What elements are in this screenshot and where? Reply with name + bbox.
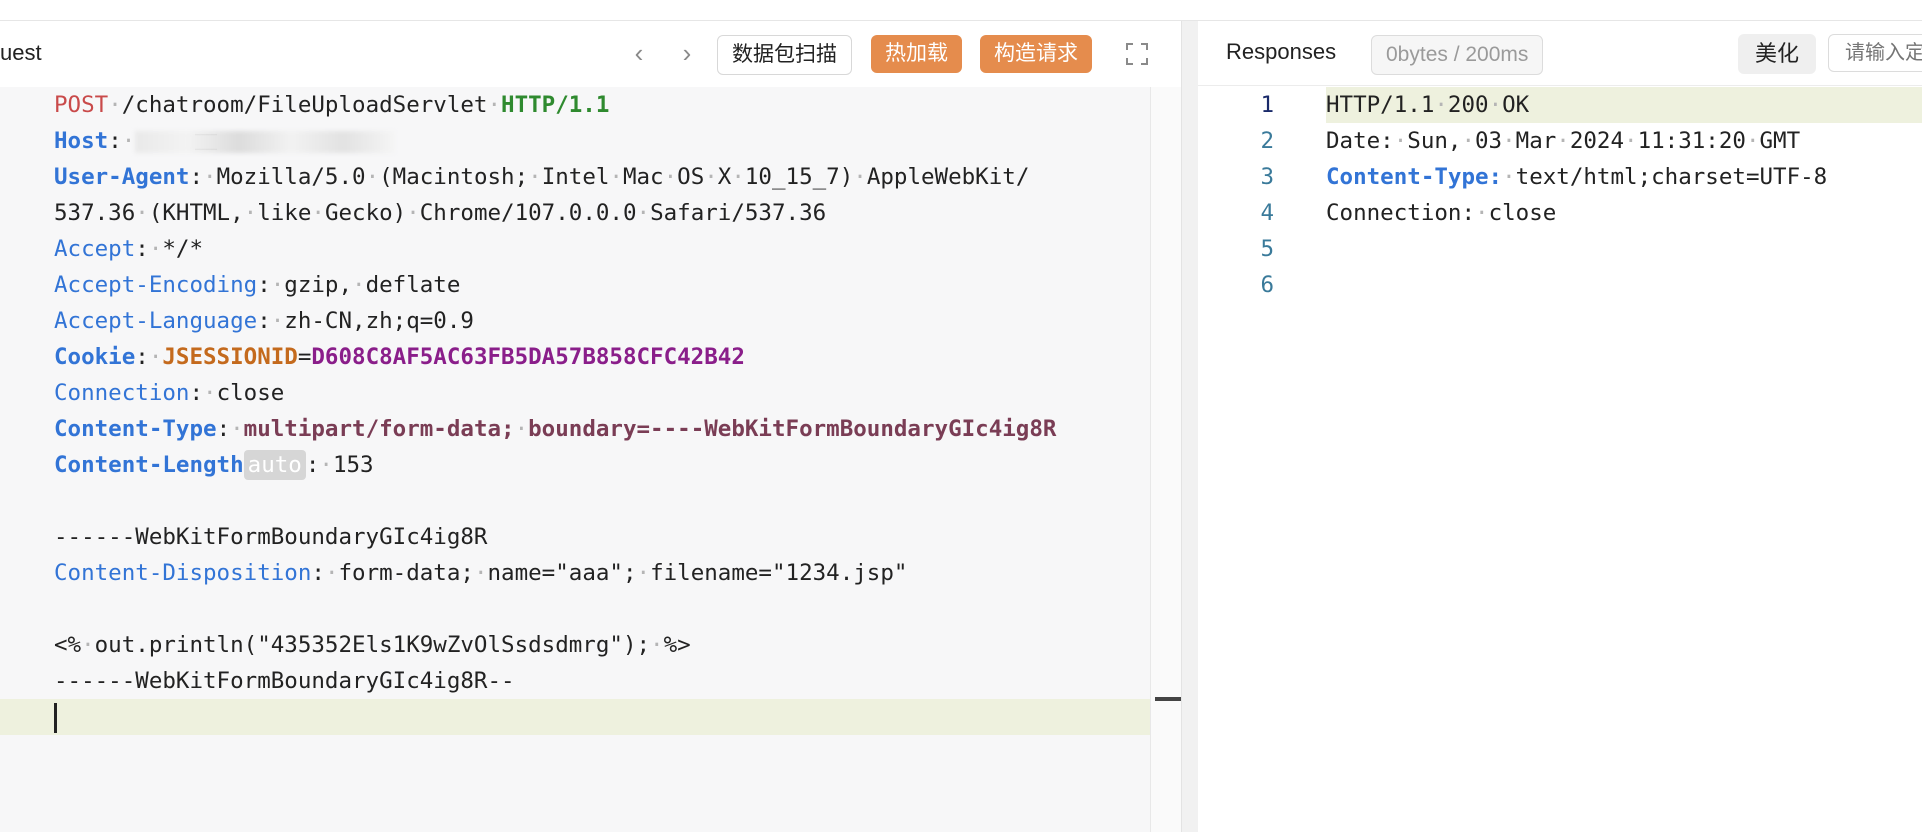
beautify-button[interactable]: 美化 xyxy=(1738,34,1816,74)
line-number: 4 xyxy=(1260,200,1274,226)
line-number: 3 xyxy=(1260,164,1274,190)
build-request-button[interactable]: 构造请求 xyxy=(980,35,1092,73)
window-top-bar xyxy=(0,0,1922,21)
header-cookie: Cookie:·JSESSIONID=D608C8AF5AC63FB5DA57B… xyxy=(54,344,745,370)
header-connection: Connection:·close xyxy=(54,380,285,406)
request-editor[interactable]: POST·/chatroom/FileUploadServlet·HTTP/1.… xyxy=(0,87,1150,832)
scrollbar-thumb[interactable] xyxy=(1155,697,1181,701)
response-status-line: HTTP/1.1·200·OK xyxy=(1326,92,1530,118)
line-number: 2 xyxy=(1260,128,1274,154)
line-number: 1 xyxy=(1260,92,1274,118)
hot-reload-button[interactable]: 热加载 xyxy=(871,35,962,73)
response-title: Responses xyxy=(1226,39,1337,64)
line-number: 5 xyxy=(1260,236,1274,262)
header-user-agent-cont: 537.36·(KHTML,·like·Gecko)·Chrome/107.0.… xyxy=(54,200,827,226)
request-title: uest xyxy=(0,40,42,65)
response-header-date: Date:·Sun,·03·Mar·2024·11:31:20·GMT xyxy=(1326,128,1801,154)
header-accept-language: Accept-Language:·zh-CN,zh;q=0.9 xyxy=(54,308,474,334)
header-accept: Accept:·*/* xyxy=(54,236,204,262)
response-search-input[interactable] xyxy=(1828,34,1922,72)
response-header-connection: Connection:·close xyxy=(1326,200,1557,226)
request-scrollbar[interactable] xyxy=(1150,87,1182,832)
line-number: 6 xyxy=(1260,272,1274,298)
body-payload: <%·out.println("435352Els1K9wZvOlSsdsdmr… xyxy=(54,632,691,658)
header-content-length: Content-Length auto:·153 xyxy=(54,450,374,480)
chevron-left-icon[interactable]: ‹ xyxy=(624,39,654,69)
header-host: Host:· xyxy=(54,123,396,159)
header-accept-encoding: Accept-Encoding:·gzip,·deflate xyxy=(54,272,461,298)
response-editor[interactable]: 1 2 3 4 5 6 HTTP/1.1·200·OK Date:·Sun,·0… xyxy=(1198,87,1922,832)
body-content-disposition: Content-Disposition:·form-data;·name="aa… xyxy=(54,560,908,586)
chevron-right-icon[interactable]: › xyxy=(672,39,702,69)
request-line: POST·/chatroom/FileUploadServlet·HTTP/1.… xyxy=(54,92,610,118)
body-boundary-start: ------WebKitFormBoundaryGIc4ig8R xyxy=(54,524,488,550)
response-panel: Responses 0bytes / 200ms 美化 1 2 3 4 5 6 … xyxy=(1198,21,1922,832)
header-content-type: Content-Type:·multipart/form-data;·bound… xyxy=(54,416,1057,442)
request-header: uest ‹ › 数据包扫描 热加载 构造请求 xyxy=(0,21,1181,88)
body-boundary-end: ------WebKitFormBoundaryGIc4ig8R-- xyxy=(54,668,515,694)
text-caret xyxy=(54,703,57,733)
panel-splitter[interactable] xyxy=(1181,21,1199,832)
request-panel: uest ‹ › 数据包扫描 热加载 构造请求 POST·/chatroom/F… xyxy=(0,21,1182,832)
response-header: Responses 0bytes / 200ms 美化 xyxy=(1198,21,1922,86)
packet-scan-button[interactable]: 数据包扫描 xyxy=(717,35,852,75)
auto-badge: auto xyxy=(243,450,306,480)
expand-icon[interactable] xyxy=(1122,39,1152,69)
response-stats-badge: 0bytes / 200ms xyxy=(1371,35,1544,75)
redacted-host xyxy=(135,130,396,153)
active-line-highlight xyxy=(0,699,1150,735)
header-user-agent: User-Agent:·Mozilla/5.0·(Macintosh;·Inte… xyxy=(54,164,1030,190)
response-header-content-type: Content-Type:·text/html;charset=UTF-8 xyxy=(1326,164,1828,190)
